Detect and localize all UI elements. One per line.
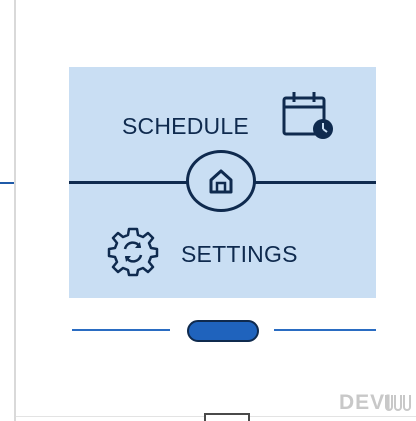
settings-label[interactable]: SETTINGS xyxy=(181,241,298,268)
thermostat-stage: SCHEDULE SETTINGS DEVI xyxy=(0,0,416,421)
device-connector-notch xyxy=(204,413,250,421)
nav-line-right xyxy=(274,329,376,331)
home-icon xyxy=(209,169,233,194)
gear-sync-icon[interactable] xyxy=(107,225,159,281)
calendar-clock-icon[interactable] xyxy=(282,90,338,144)
nav-line-left xyxy=(72,329,170,331)
schedule-label[interactable]: SCHEDULE xyxy=(122,113,249,140)
home-button[interactable] xyxy=(186,150,256,212)
nav-center-button[interactable] xyxy=(187,320,259,342)
side-connector-line xyxy=(0,182,14,184)
brand-logo-mark xyxy=(384,393,414,415)
